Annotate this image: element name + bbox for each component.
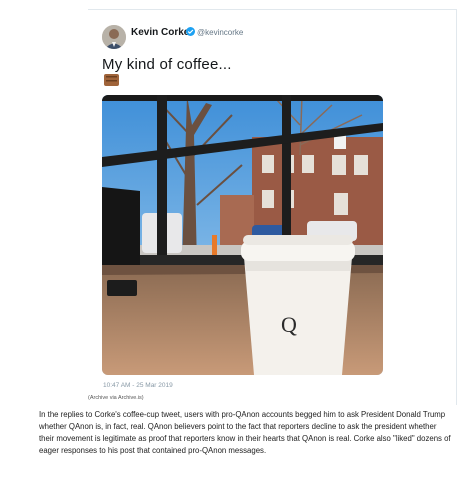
- author-handle[interactable]: @kevincorke: [197, 28, 243, 37]
- coffee-emoji-icon: [103, 73, 120, 87]
- tweet-timestamp[interactable]: 10:47 AM - 25 Mar 2019: [103, 382, 173, 389]
- author-name[interactable]: Kevin Corke: [131, 27, 189, 38]
- tweet-card: Kevin Corke @kevincorke My kind of coffe…: [88, 9, 457, 405]
- tweet-text: My kind of coffee...: [102, 56, 232, 73]
- avatar[interactable]: [102, 25, 126, 49]
- cup-q-logo: Q: [281, 312, 297, 337]
- article-paragraph: In the replies to Corke's coffee-cup twe…: [39, 410, 451, 456]
- verified-badge-icon: [186, 27, 195, 36]
- tweet-photo[interactable]: Q: [102, 95, 383, 375]
- archive-caption[interactable]: (Archive via Archive.is): [88, 395, 144, 401]
